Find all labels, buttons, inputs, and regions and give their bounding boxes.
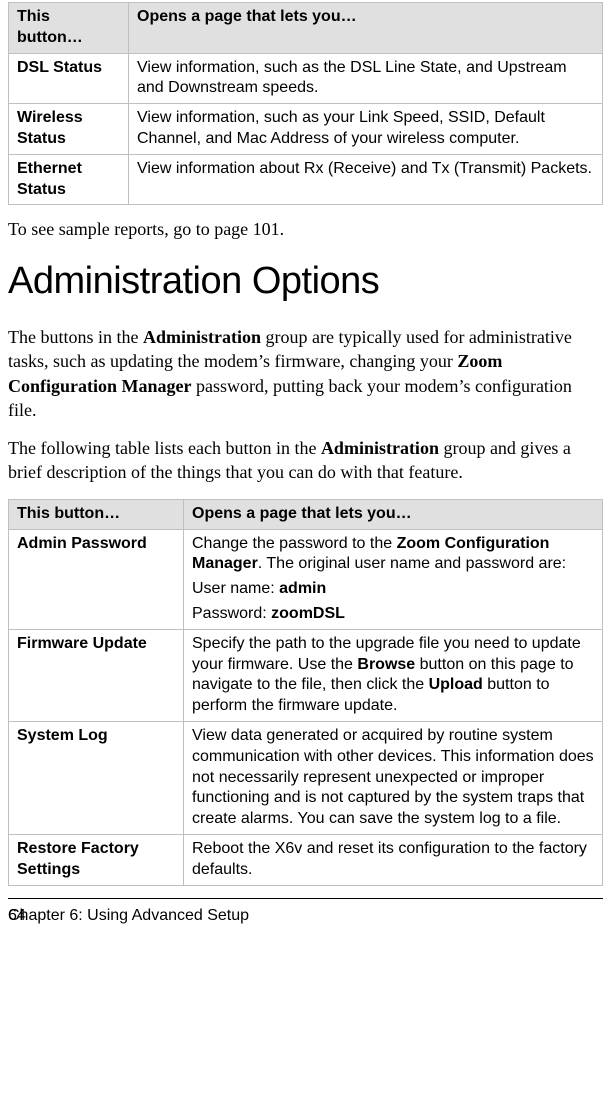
row-name: Firmware Update (9, 629, 184, 721)
sample-reports-paragraph: To see sample reports, go to page 101. (8, 217, 603, 241)
page-footer: 64 Chapter 6: Using Advanced Setup (8, 899, 603, 941)
row-name: Restore Factory Settings (9, 834, 184, 885)
table-row: Ethernet Status View information about R… (9, 154, 603, 205)
intro-paragraph: The buttons in the Administration group … (8, 325, 603, 422)
row-name: Admin Password (9, 529, 184, 629)
table-row: Restore Factory Settings Reboot the X6v … (9, 834, 603, 885)
row-desc: Change the password to the Zoom Configur… (184, 529, 603, 629)
row-desc: Reboot the X6v and reset its configurati… (184, 834, 603, 885)
row-name: Wireless Status (9, 104, 129, 155)
table-lead-paragraph: The following table lists each button in… (8, 436, 603, 485)
section-heading: Administration Options (8, 256, 603, 307)
table-row: DSL Status View information, such as the… (9, 53, 603, 104)
status-table: This button… Opens a page that lets you…… (8, 2, 603, 205)
row-desc: View information about Rx (Receive) and … (129, 154, 603, 205)
table2-head-button: This button… (9, 499, 184, 529)
table1-head-desc: Opens a page that lets you… (129, 3, 603, 54)
administration-table: This button… Opens a page that lets you…… (8, 499, 603, 886)
table-row: Firmware Update Specify the path to the … (9, 629, 603, 721)
row-desc: View information, such as the DSL Line S… (129, 53, 603, 104)
table1-head-button: This button… (9, 3, 129, 54)
table-row: Admin Password Change the password to th… (9, 529, 603, 629)
row-desc: View information, such as your Link Spee… (129, 104, 603, 155)
row-name: DSL Status (9, 53, 129, 104)
row-name: System Log (9, 721, 184, 834)
row-desc: View data generated or acquired by routi… (184, 721, 603, 834)
footer-text: Chapter 6: Using Advanced Setup (8, 907, 249, 924)
row-desc: Specify the path to the upgrade file you… (184, 629, 603, 721)
row-name: Ethernet Status (9, 154, 129, 205)
table2-head-desc: Opens a page that lets you… (184, 499, 603, 529)
page-number: 64 (8, 905, 26, 927)
table-row: System Log View data generated or acquir… (9, 721, 603, 834)
table-row: Wireless Status View information, such a… (9, 104, 603, 155)
